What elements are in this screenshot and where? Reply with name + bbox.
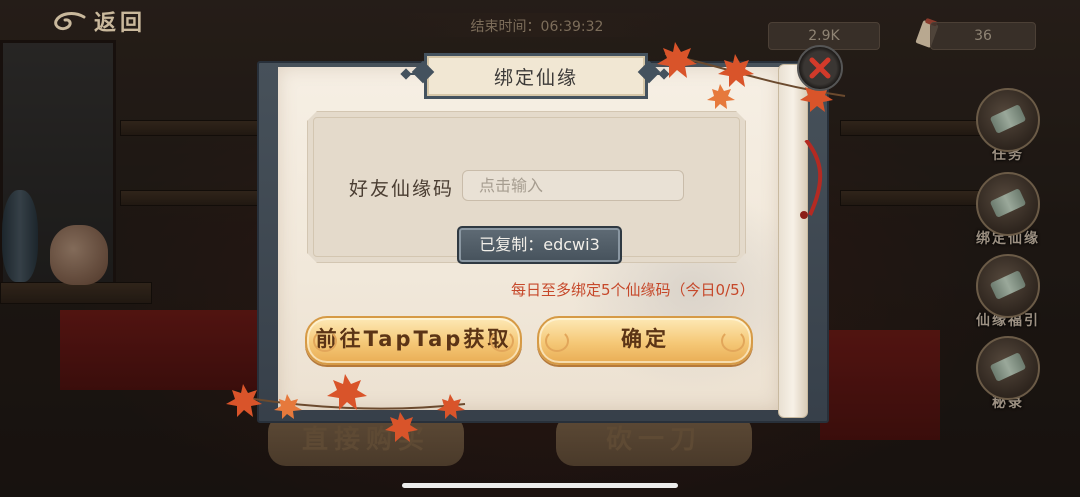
friend-code-input[interactable] [462,170,684,201]
back-label: 返回 [94,11,147,36]
copied-code-label: 已复制：edcwi3 [479,235,600,254]
side-item-bind[interactable]: 绑定仙缘 [975,172,1041,248]
cloud-swirl-icon [721,330,745,352]
scroll-icon [976,172,1040,236]
back-button[interactable]: 返回 [52,4,146,38]
resource-counter-2: 36 [930,22,1036,50]
taptap-button-label: 前往TapTap获取 [315,327,512,351]
maple-leaf-decoration [226,374,466,442]
scroll-icon [976,254,1040,318]
taptap-button[interactable]: 前往TapTap获取 [305,316,522,365]
cloud-swirl-icon [313,330,337,352]
timer-bar: 结束时间：06:39:32 [392,13,682,37]
confirm-button-label: 确定 [621,327,669,351]
timer-text: 结束时间：06:39:32 [470,19,604,35]
close-button[interactable] [797,45,843,91]
dialog-title-plate: 绑定仙缘 [424,53,648,99]
friend-code-label: 好友仙缘码 [349,178,455,200]
cloud-swirl-icon [54,12,86,31]
side-item-secret[interactable]: 秘录 [975,336,1041,412]
scroll-roll [778,64,808,418]
resource-value-2: 36 [974,28,992,44]
scroll-icon [976,336,1040,400]
confirm-button[interactable]: 确定 [537,316,753,365]
copied-code-button[interactable]: 已复制：edcwi3 [457,226,622,264]
side-item-lottery[interactable]: 仙缘福引 [975,254,1041,330]
ribbon-tassel-icon [800,140,823,219]
home-indicator[interactable] [402,483,678,488]
cloud-swirl-icon [545,330,569,352]
daily-limit-text: 每日至多绑定5个仙缘码（今日0/5） [511,281,755,299]
cloud-swirl-icon [490,330,514,352]
close-icon [809,57,831,79]
side-item-task[interactable]: 任务 [975,88,1041,164]
scroll-icon [976,88,1040,152]
cut-label: 砍一刀 [605,425,702,455]
dialog-title: 绑定仙缘 [493,67,578,89]
